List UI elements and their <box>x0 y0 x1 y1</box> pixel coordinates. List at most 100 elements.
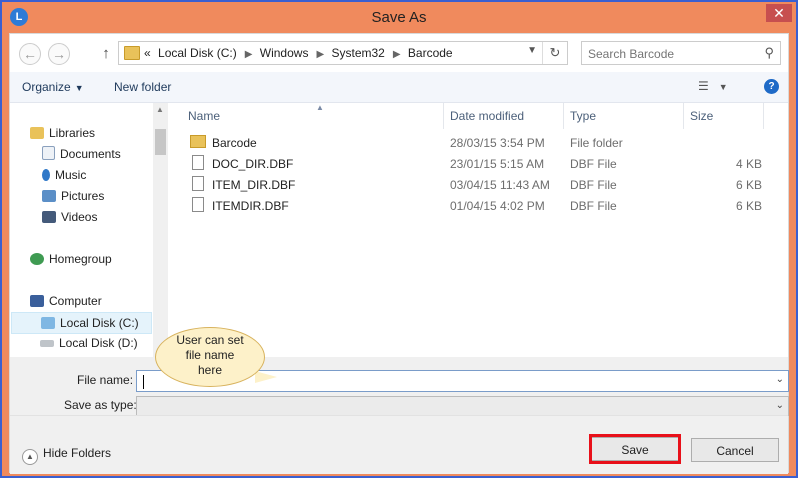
details-view-icon: ☰ <box>698 79 709 93</box>
column-name[interactable]: Name <box>170 103 444 129</box>
file-size: 4 KB <box>735 157 762 171</box>
breadcrumb: « Local Disk (C:) ▶ Windows ▶ System32 ▶ Ba… <box>144 46 457 60</box>
nav-videos[interactable]: Videos <box>42 207 97 227</box>
chevron-right-icon[interactable]: ▶ <box>245 49 253 60</box>
documents-icon <box>42 146 55 160</box>
hide-folders-label: Hide Folders <box>43 446 112 460</box>
column-size[interactable]: Size <box>684 103 764 129</box>
forward-button[interactable]: → <box>48 43 70 65</box>
music-icon <box>42 169 50 181</box>
column-type[interactable]: Type <box>564 103 684 129</box>
dialog-body: ← → ↑ « Local Disk (C:) ▶ Windows ▶ System… <box>9 33 789 474</box>
new-folder-button[interactable]: New folder <box>114 80 171 94</box>
file-type: DBF File <box>570 157 617 171</box>
save-as-type-select[interactable]: ⌄ <box>136 396 789 416</box>
file-row[interactable]: ITEMDIR.DBF 01/04/15 4:02 PM DBF File 6 … <box>170 196 780 217</box>
nav-label: Homegroup <box>49 252 112 266</box>
organize-button[interactable]: Organize ▼ <box>22 80 84 94</box>
address-bar[interactable]: « Local Disk (C:) ▶ Windows ▶ System32 ▶ Ba… <box>118 41 568 65</box>
organize-label: Organize <box>22 80 71 94</box>
search-icon[interactable]: ⚲ <box>764 45 774 61</box>
navigation-pane: Libraries Documents Music Pictures Video… <box>10 103 153 357</box>
breadcrumb-windows[interactable]: Windows <box>260 46 309 60</box>
chevron-down-icon[interactable]: ▼ <box>527 45 537 56</box>
file-row[interactable]: ITEM_DIR.DBF 03/04/15 11:43 AM DBF File … <box>170 175 780 196</box>
nav-computer[interactable]: Computer <box>30 291 102 311</box>
nav-label: Music <box>55 168 87 182</box>
breadcrumb-overflow[interactable]: « <box>144 46 151 60</box>
nav-homegroup[interactable]: Homegroup <box>30 249 112 269</box>
file-date: 23/01/15 5:15 AM <box>450 157 545 171</box>
callout-line: here <box>197 363 223 377</box>
nav-documents[interactable]: Documents <box>42 144 121 164</box>
search-input[interactable] <box>586 44 755 64</box>
nav-libraries[interactable]: Libraries <box>30 123 95 143</box>
file-row[interactable]: DOC_DIR.DBF 23/01/15 5:15 AM DBF File 4 … <box>170 154 780 175</box>
file-row[interactable]: Barcode 28/03/15 3:54 PM File folder <box>170 133 780 154</box>
nav-local-disk-c[interactable]: Local Disk (C:) <box>11 312 152 334</box>
file-name-cell: ITEMDIR.DBF <box>190 196 289 217</box>
chevron-down-icon[interactable]: ⌄ <box>776 400 784 411</box>
collapse-icon: ▲ <box>22 449 38 465</box>
breadcrumb-system32[interactable]: System32 <box>332 46 385 60</box>
drive-icon <box>41 317 55 329</box>
computer-icon <box>30 295 44 307</box>
save-highlight-annotation <box>589 434 681 464</box>
folder-icon <box>190 135 206 148</box>
file-date: 28/03/15 3:54 PM <box>450 136 545 150</box>
file-date: 01/04/15 4:02 PM <box>450 199 545 213</box>
nav-music[interactable]: Music <box>42 165 86 185</box>
file-date: 03/04/15 11:43 AM <box>450 178 550 192</box>
save-options-pane: File name: ⌄ Save as type: ⌄ <box>10 357 789 416</box>
up-button[interactable]: ↑ <box>97 43 115 65</box>
nav-label: Pictures <box>61 189 105 203</box>
refresh-button[interactable]: ↻ <box>542 42 567 64</box>
file-name-label: File name: <box>77 373 134 387</box>
search-box[interactable]: ⚲ <box>581 41 781 65</box>
homegroup-icon <box>30 253 44 265</box>
hide-folders-toggle[interactable]: ▲ Hide Folders <box>22 446 111 465</box>
chevron-down-icon[interactable]: ⌄ <box>776 374 784 385</box>
file-name: DOC_DIR.DBF <box>212 157 294 171</box>
nav-label: Computer <box>49 294 102 308</box>
libraries-icon <box>30 127 44 139</box>
close-button[interactable]: ✕ <box>766 4 792 22</box>
file-list: ▲ Name Date modified Type Size Barcode 2… <box>170 103 788 357</box>
file-name: Barcode <box>212 136 257 150</box>
chevron-right-icon[interactable]: ▶ <box>393 49 401 60</box>
file-size: 6 KB <box>735 178 762 192</box>
nav-label: Local Disk (D:) <box>59 336 138 350</box>
nav-scrollbar[interactable]: ▲ <box>153 103 168 357</box>
chevron-right-icon[interactable]: ▶ <box>316 49 324 60</box>
cancel-button[interactable]: Cancel <box>691 438 779 462</box>
nav-local-disk-d[interactable]: Local Disk (D:) <box>40 333 138 353</box>
videos-icon <box>42 211 56 223</box>
scroll-thumb[interactable] <box>155 129 166 155</box>
breadcrumb-barcode[interactable]: Barcode <box>408 46 453 60</box>
nav-label: Libraries <box>49 126 96 140</box>
file-type: DBF File <box>570 178 617 192</box>
callout-line: User can set <box>176 333 244 347</box>
callout-annotation: User can set file name here <box>155 327 277 387</box>
column-date-modified[interactable]: Date modified <box>444 103 564 129</box>
pictures-icon <box>42 190 56 202</box>
callout-line: file name <box>185 348 235 362</box>
view-options-button[interactable]: ☰ ▼ <box>698 79 728 93</box>
breadcrumb-local-disk[interactable]: Local Disk (C:) <box>158 46 237 60</box>
file-icon <box>192 176 204 191</box>
nav-label: Local Disk (C:) <box>60 316 139 330</box>
chevron-down-icon: ▼ <box>74 83 84 93</box>
help-button[interactable]: ? <box>764 79 779 94</box>
back-button[interactable]: ← <box>19 43 41 65</box>
scroll-up-icon[interactable]: ▲ <box>156 105 164 114</box>
folder-icon <box>124 46 140 60</box>
save-as-type-label: Save as type: <box>64 398 137 412</box>
nav-pictures[interactable]: Pictures <box>42 186 104 206</box>
window-title: Save As <box>371 9 427 26</box>
file-name: ITEM_DIR.DBF <box>212 178 296 192</box>
chevron-down-icon: ▼ <box>718 82 728 92</box>
nav-label: Videos <box>61 210 98 224</box>
file-name-cell: ITEM_DIR.DBF <box>190 175 295 196</box>
drive-icon <box>40 340 54 347</box>
callout-tail <box>255 371 277 383</box>
